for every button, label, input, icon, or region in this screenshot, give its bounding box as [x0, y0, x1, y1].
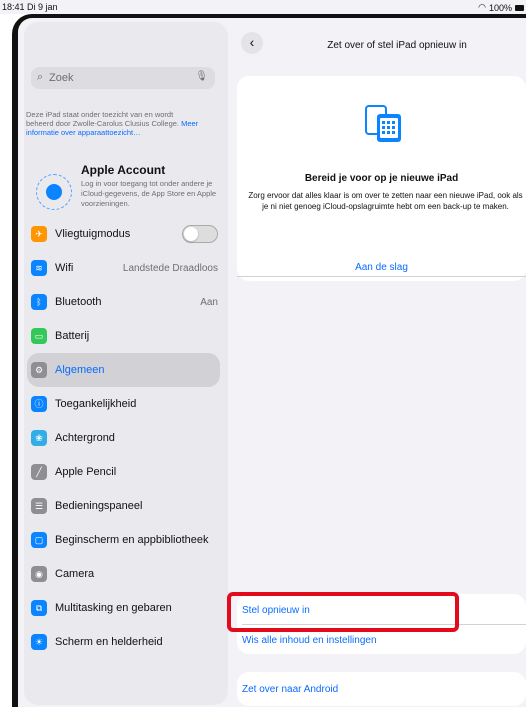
transfer-to-android-link[interactable]: Zet over naar Android — [237, 684, 526, 695]
sidebar-item-wifi[interactable]: ≋ Wifi Landstede Draadloos — [24, 251, 228, 285]
sidebar-item-home-screen[interactable]: ▢ Beginscherm en appbibliotheek — [24, 523, 228, 557]
apple-account-avatar — [36, 174, 72, 210]
sidebar-item-camera[interactable]: ◉ Camera — [24, 557, 228, 591]
supervision-notice: Deze iPad staat onder toezicht van en wo… — [26, 110, 199, 137]
sidebar-item-general[interactable]: ⚙ Algemeen — [27, 353, 220, 387]
sidebar-item-multitasking[interactable]: ⧉ Multitasking en gebaren — [24, 591, 228, 625]
prepare-title: Bereid je voor op je nieuwe iPad — [304, 173, 459, 184]
red-highlight-box — [227, 592, 459, 632]
bluetooth-icon: ᛒ — [31, 294, 47, 310]
sidebar-item-battery[interactable]: ▭ Batterij — [24, 319, 228, 353]
erase-all-content-link[interactable]: Wis alle inhoud en instellingen — [237, 635, 526, 646]
microphone-icon[interactable]: 🎙 — [195, 71, 208, 82]
wifi-network-value: Landstede Draadloos — [122, 262, 218, 274]
airplane-mode-toggle[interactable] — [182, 225, 218, 243]
status-right: ◠ 100% — [478, 2, 524, 13]
home-screen-icon: ▢ — [31, 532, 47, 548]
battery-icon: ▭ — [31, 328, 47, 344]
bluetooth-value: Aan — [200, 296, 218, 308]
sidebar-item-apple-pencil[interactable]: ╱ Apple Pencil — [24, 455, 228, 489]
airplane-icon: ✈ — [31, 226, 47, 242]
wifi-icon: ≋ — [31, 260, 47, 276]
gear-icon: ⚙ — [31, 362, 47, 378]
apple-account-title: Apple Account — [81, 163, 166, 177]
sidebar-item-airplane-mode[interactable]: ✈ Vliegtuigmodus — [24, 217, 228, 251]
display-icon: ☀ — [31, 634, 47, 650]
sidebar-item-accessibility[interactable]: ⓘ Toegankelijkheid — [24, 387, 228, 421]
battery-percent: 100% — [488, 2, 512, 13]
page-title: Zet over of stel iPad opnieuw in — [327, 40, 467, 51]
sidebar-item-wallpaper[interactable]: ❀ Achtergrond — [24, 421, 228, 455]
screenshot-frame: 18:41 Di 9 jan ◠ 100% ⌕ Zoek 🎙 Deze iPad… — [0, 0, 526, 707]
get-started-link[interactable]: Aan de slag — [237, 262, 526, 273]
search-input[interactable]: ⌕ Zoek 🎙 — [31, 67, 215, 89]
android-card: Zet over naar Android — [237, 672, 526, 706]
accessibility-icon: ⓘ — [31, 396, 47, 412]
apple-account-description: Log in voor toegang tot onder andere je … — [81, 179, 217, 208]
prepare-description: Zorg ervoor dat alles klaar is om over t… — [248, 191, 523, 211]
wifi-status-icon: ◠ — [478, 2, 486, 12]
search-icon: ⌕ — [37, 71, 44, 83]
camera-icon: ◉ — [31, 566, 47, 582]
prepare-card: Bereid je voor op je nieuwe iPad Zorg er… — [237, 76, 526, 281]
back-button[interactable]: ‹ — [241, 32, 263, 54]
apple-logo-icon — [46, 184, 62, 200]
sidebar-item-bluetooth[interactable]: ᛒ Bluetooth Aan — [24, 285, 228, 319]
wallpaper-icon: ❀ — [31, 430, 47, 446]
battery-status-icon — [515, 4, 524, 11]
divider — [237, 276, 526, 277]
search-placeholder: Zoek — [49, 72, 74, 84]
settings-list: ✈ Vliegtuigmodus ≋ Wifi Landstede Draadl… — [24, 217, 228, 659]
settings-sidebar: ⌕ Zoek 🎙 Deze iPad staat onder toezicht … — [24, 22, 228, 705]
multitasking-icon: ⧉ — [31, 600, 47, 616]
ipad-transfer-icon — [365, 105, 401, 142]
status-time: 18:41 Di 9 jan — [2, 2, 58, 12]
status-bar: 18:41 Di 9 jan ◠ 100% — [0, 0, 526, 14]
sidebar-item-control-center[interactable]: ☰ Bedieningspaneel — [24, 489, 228, 523]
control-center-icon: ☰ — [31, 498, 47, 514]
sidebar-item-display[interactable]: ☀ Scherm en helderheid — [24, 625, 228, 659]
pencil-icon: ╱ — [31, 464, 47, 480]
